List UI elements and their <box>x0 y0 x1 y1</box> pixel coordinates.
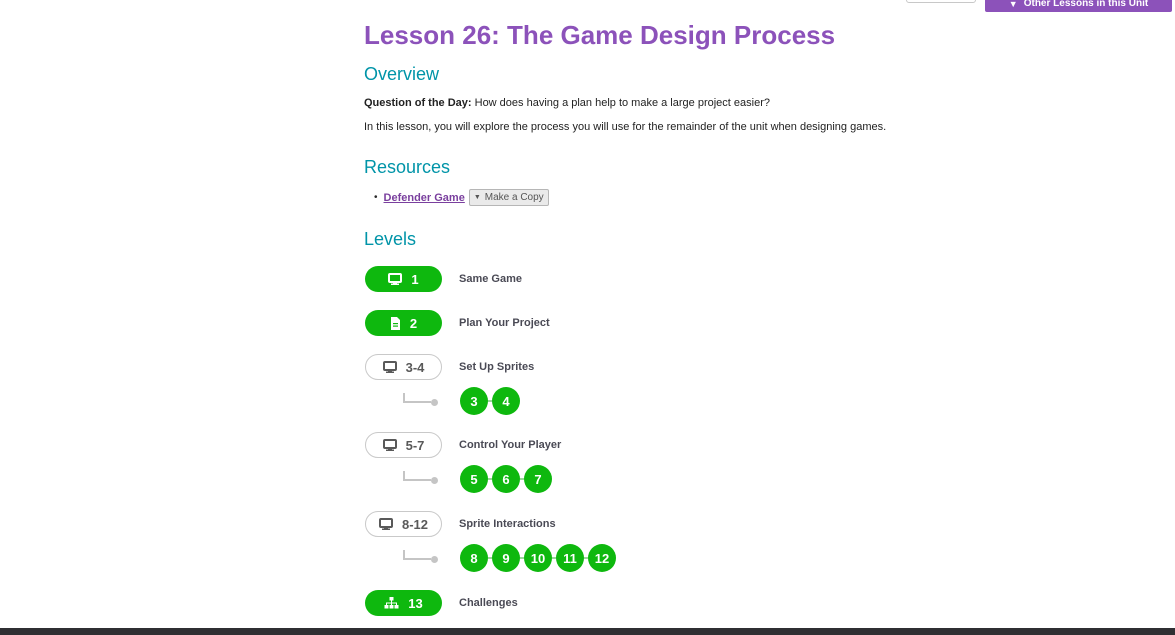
sublevels-8-12: 8 9 10 11 12 <box>460 544 616 572</box>
level-13-label[interactable]: Challenges <box>459 597 518 609</box>
sublevels-3-4: 3 4 <box>460 387 520 415</box>
make-a-copy-label: Make a Copy <box>484 192 544 203</box>
level-5-7-button[interactable]: 5-7 <box>365 432 442 458</box>
level-3-4-label[interactable]: Set Up Sprites <box>459 361 534 373</box>
level-1-label[interactable]: Same Game <box>459 273 522 285</box>
level-8-12-number: 8-12 <box>401 516 429 532</box>
overview-heading: Overview <box>364 64 440 84</box>
sublevel-bubble[interactable]: 3 <box>460 387 488 415</box>
desktop-icon <box>382 439 397 451</box>
resources-heading: Resources <box>364 157 451 177</box>
other-lessons-label: Other Lessons in this Unit <box>1023 0 1149 9</box>
level-3-4-button[interactable]: 3-4 <box>365 354 442 380</box>
sublevel-bubble[interactable]: 12 <box>588 544 616 572</box>
levels-heading: Levels <box>364 229 417 249</box>
chevron-down-icon: ▼ <box>1008 0 1018 9</box>
connector-dot <box>431 477 438 484</box>
question-of-the-day: Question of the Day: How does having a p… <box>364 97 770 109</box>
level-2-number: 2 <box>409 315 418 331</box>
level-2-button[interactable]: 2 <box>365 310 442 336</box>
other-lessons-dropdown[interactable]: ▼ Other Lessons in this Unit <box>985 0 1172 12</box>
sublevel-connector <box>403 550 431 560</box>
level-1-button[interactable]: 1 <box>365 266 442 292</box>
desktop-icon <box>382 361 397 373</box>
sublevel-connector <box>403 471 431 481</box>
level-8-12-button[interactable]: 8-12 <box>365 511 442 537</box>
caret-down-icon: ▼ <box>473 194 481 201</box>
sublevel-bubble[interactable]: 5 <box>460 465 488 493</box>
level-2-label[interactable]: Plan Your Project <box>459 317 550 329</box>
top-partial-button[interactable] <box>906 0 976 3</box>
resource-item: • Defender Game ▼ Make a Copy <box>374 189 549 206</box>
sublevel-bubble[interactable]: 4 <box>492 387 520 415</box>
level-1-number: 1 <box>411 271 419 287</box>
level-5-7-label[interactable]: Control Your Player <box>459 439 561 451</box>
bullet: • <box>374 192 378 203</box>
connector-dot <box>431 399 438 406</box>
level-13-number: 13 <box>408 595 423 611</box>
sublevel-bubble[interactable]: 7 <box>524 465 552 493</box>
sublevel-bubble[interactable]: 9 <box>492 544 520 572</box>
sitemap-icon <box>384 597 399 609</box>
desktop-icon <box>378 518 393 530</box>
level-13-button[interactable]: 13 <box>365 590 442 616</box>
level-3-4-number: 3-4 <box>405 359 425 375</box>
lesson-intro: In this lesson, you will explore the pro… <box>364 121 887 133</box>
lesson-title: Lesson 26: The Game Design Process <box>364 20 836 50</box>
level-8-12-label[interactable]: Sprite Interactions <box>459 518 556 530</box>
make-a-copy-button[interactable]: ▼ Make a Copy <box>468 189 549 206</box>
defender-game-link[interactable]: Defender Game <box>384 192 465 204</box>
level-5-7-number: 5-7 <box>405 437 425 453</box>
sublevel-bubble[interactable]: 8 <box>460 544 488 572</box>
sublevel-bubble[interactable]: 6 <box>492 465 520 493</box>
connector-dot <box>431 556 438 563</box>
qotd-label: Question of the Day: <box>364 97 472 109</box>
sublevel-connector <box>403 393 431 403</box>
footer-bar <box>0 628 1175 635</box>
document-icon <box>390 316 401 330</box>
sublevel-bubble[interactable]: 10 <box>524 544 552 572</box>
desktop-icon <box>388 273 403 285</box>
sublevels-5-7: 5 6 7 <box>460 465 552 493</box>
qotd-text: How does having a plan help to make a la… <box>474 97 770 109</box>
sublevel-bubble[interactable]: 11 <box>556 544 584 572</box>
